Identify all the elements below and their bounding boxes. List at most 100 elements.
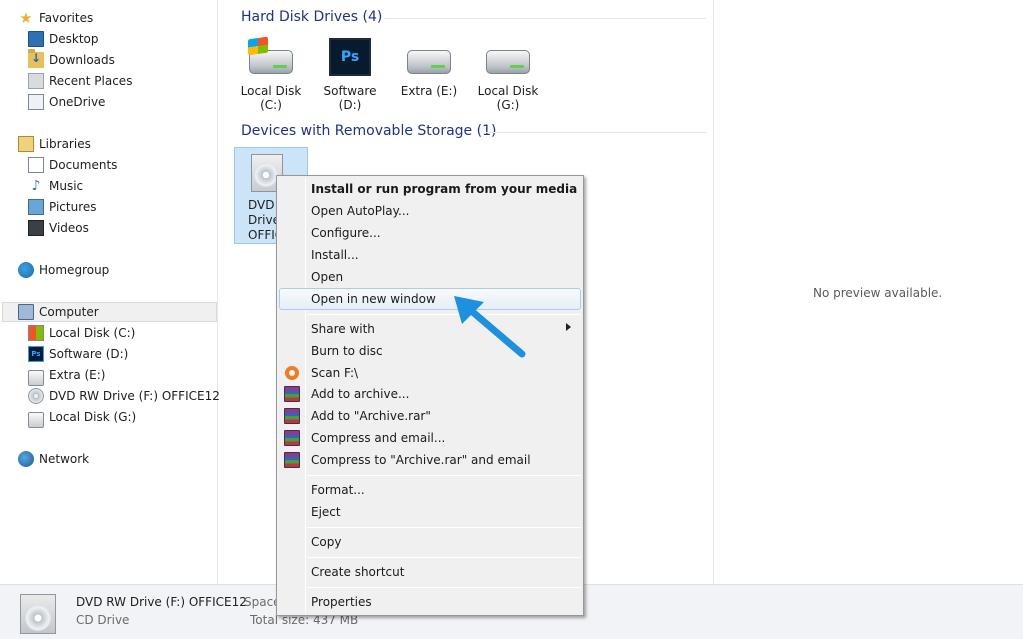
menu-item-properties[interactable]: Properties (279, 591, 581, 613)
menu-item-label: Configure... (311, 226, 381, 240)
nav-item-desktop[interactable]: Desktop (28, 29, 99, 49)
menu-item-add-to-archive[interactable]: Add to archive... (279, 383, 581, 405)
nav-computer-label: Computer (39, 305, 99, 319)
menu-item-format[interactable]: Format... (279, 479, 581, 501)
nav-item-videos[interactable]: Videos (28, 218, 89, 238)
menu-item-open-new-window[interactable]: Open in new window (279, 288, 581, 310)
menu-item-label: Properties (311, 595, 372, 609)
homegroup-icon (18, 262, 34, 278)
group-header-hard-disks[interactable]: Hard Disk Drives (4) (241, 9, 382, 25)
menu-separator (307, 587, 581, 588)
menu-item-add-to-archive-rar[interactable]: Add to "Archive.rar" (279, 405, 581, 427)
desktop-icon (28, 31, 44, 47)
details-subtitle: CD Drive (76, 613, 130, 627)
menu-item-label: Install... (311, 248, 359, 262)
context-menu: Install or run program from your media O… (276, 175, 584, 616)
winrar-icon (284, 408, 300, 424)
nav-homegroup-label: Homegroup (39, 263, 110, 277)
windows-drive-icon (246, 36, 296, 78)
menu-item-label: Install or run program from your media (311, 182, 578, 196)
nav-item-software-d[interactable]: Ps Software (D:) (28, 344, 128, 364)
menu-item-burn-to-disc[interactable]: Burn to disc (279, 340, 581, 362)
nav-favorites[interactable]: ★ Favorites (18, 8, 93, 28)
drive-local-disk-c[interactable]: Local Disk (C:) (231, 36, 311, 112)
details-title: DVD RW Drive (F:) OFFICE12 (76, 595, 247, 609)
nav-item-downloads[interactable]: Downloads (28, 49, 115, 70)
nav-item-label: DVD RW Drive (F:) OFFICE12 (49, 389, 220, 403)
hard-drive-icon (28, 370, 44, 386)
menu-item-label: Share with (311, 322, 375, 336)
winrar-icon (284, 386, 300, 402)
drive-name: Local Disk (477, 84, 539, 98)
nav-item-documents[interactable]: Documents (28, 155, 117, 175)
preview-message: No preview available. (813, 286, 943, 300)
star-icon: ★ (19, 9, 33, 27)
drive-letter: (G:) (496, 98, 520, 112)
winrar-icon (284, 430, 300, 446)
nav-item-label: Videos (49, 221, 89, 235)
annotation-arrow-icon (454, 296, 526, 358)
nav-item-local-disk-g[interactable]: Local Disk (G:) (28, 407, 137, 428)
nav-item-extra-e[interactable]: Extra (E:) (28, 365, 106, 386)
nav-item-label: Local Disk (G:) (49, 410, 137, 424)
videos-icon (28, 220, 44, 236)
menu-item-eject[interactable]: Eject (279, 501, 581, 523)
hard-drive-icon (483, 38, 533, 78)
menu-item-label: Add to "Archive.rar" (311, 409, 431, 423)
nav-item-onedrive[interactable]: OneDrive (28, 92, 105, 112)
menu-item-label: Eject (311, 505, 341, 519)
menu-item-create-shortcut[interactable]: Create shortcut (279, 561, 581, 583)
drive-extra-e[interactable]: Extra (E:) (389, 38, 469, 98)
menu-item-configure[interactable]: Configure... (279, 222, 581, 244)
nav-network[interactable]: Network (18, 449, 89, 469)
menu-separator (307, 314, 581, 315)
menu-item-install-run[interactable]: Install or run program from your media (279, 178, 581, 200)
music-icon: ♪ (31, 178, 41, 194)
photoshop-drive-icon: Ps (325, 38, 375, 78)
drive-local-disk-g[interactable]: Local Disk (G:) (468, 38, 548, 112)
menu-item-compress-email[interactable]: Compress and email... (279, 427, 581, 449)
menu-item-scan[interactable]: Scan F:\ (279, 362, 581, 384)
drive-name: Extra (E:) (400, 84, 458, 98)
network-icon (18, 451, 34, 467)
menu-item-copy[interactable]: Copy (279, 531, 581, 553)
drive-letter: (D:) (338, 98, 362, 112)
menu-item-open[interactable]: Open (279, 266, 581, 288)
nav-computer[interactable]: Computer (2, 302, 217, 322)
nav-item-music[interactable]: ♪ Music (28, 176, 84, 196)
menu-item-open-autoplay[interactable]: Open AutoPlay... (279, 200, 581, 222)
preview-pane-divider[interactable] (713, 0, 714, 584)
submenu-arrow-icon (566, 323, 571, 331)
nav-item-label: Downloads (49, 53, 115, 67)
nav-item-dvd-f[interactable]: DVD RW Drive (F:) OFFICE12 (28, 386, 220, 406)
nav-item-pictures[interactable]: Pictures (28, 197, 97, 217)
downloads-folder-icon (28, 49, 44, 68)
menu-item-label: Copy (311, 535, 342, 549)
navigation-pane: ★ Favorites Desktop Downloads Recent Pla… (0, 0, 220, 584)
windows-drive-icon (28, 325, 44, 341)
dvd-drive-icon (28, 388, 44, 404)
menu-item-label: Compress to "Archive.rar" and email (311, 453, 531, 467)
avast-icon (285, 366, 299, 380)
menu-item-label: Add to archive... (311, 387, 410, 401)
group-header-removable[interactable]: Devices with Removable Storage (1) (241, 123, 496, 139)
menu-item-compress-rar-email[interactable]: Compress to "Archive.rar" and email (279, 449, 581, 471)
menu-item-share-with[interactable]: Share with (279, 318, 581, 340)
nav-homegroup[interactable]: Homegroup (18, 260, 109, 280)
divider (486, 132, 706, 133)
menu-item-label: Format... (311, 483, 365, 497)
nav-item-label: Extra (E:) (49, 368, 106, 382)
menu-item-label: Scan F:\ (311, 366, 359, 380)
winrar-icon (284, 452, 300, 468)
onedrive-icon (28, 94, 44, 110)
nav-item-local-disk-c[interactable]: Local Disk (C:) (28, 323, 135, 343)
menu-item-install[interactable]: Install... (279, 244, 581, 266)
nav-item-recent-places[interactable]: Recent Places (28, 71, 132, 91)
nav-item-label: Music (49, 179, 84, 193)
drive-software-d[interactable]: Ps Software (D:) (310, 38, 390, 112)
nav-item-label: Pictures (49, 200, 97, 214)
menu-item-label: Open AutoPlay... (311, 204, 410, 218)
nav-item-label: Documents (49, 158, 118, 172)
menu-separator (307, 527, 581, 528)
nav-libraries[interactable]: Libraries (18, 134, 91, 154)
